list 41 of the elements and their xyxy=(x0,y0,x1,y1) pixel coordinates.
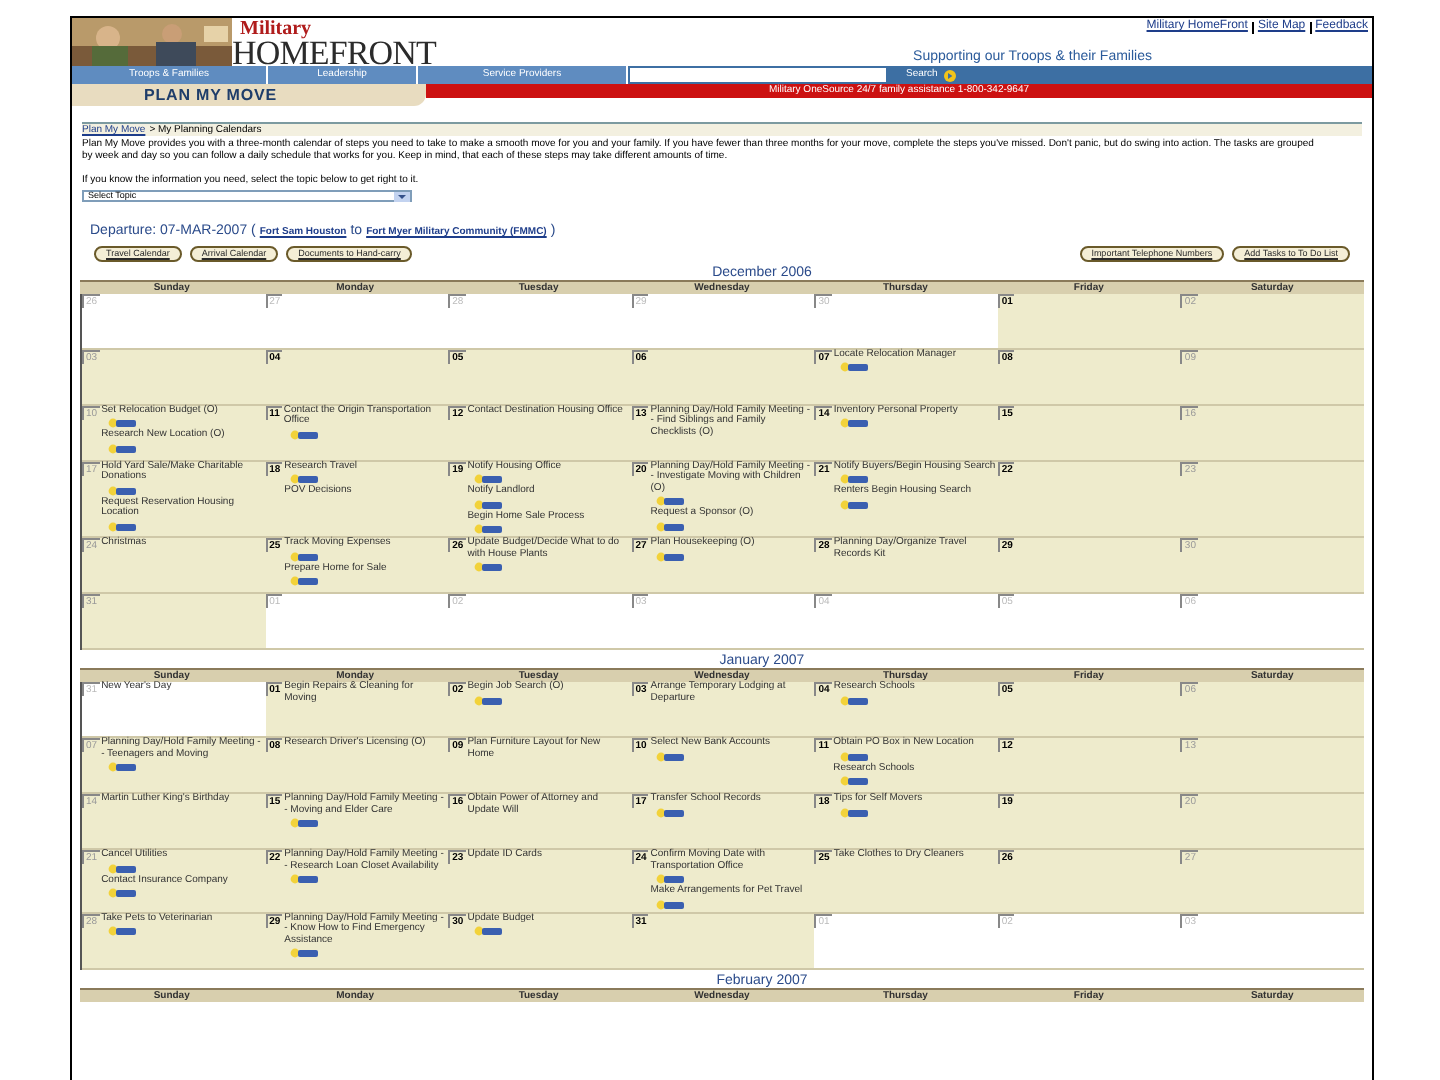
more-info-icon[interactable] xyxy=(656,807,685,817)
more-info-icon[interactable] xyxy=(839,751,868,761)
search-field[interactable] xyxy=(630,68,886,82)
more-info-icon[interactable] xyxy=(107,762,136,772)
more-info-icon[interactable] xyxy=(290,474,319,484)
more-info-icon[interactable] xyxy=(290,818,319,828)
more-info-icon[interactable] xyxy=(290,551,319,561)
more-info-icon[interactable] xyxy=(107,418,136,428)
dropdown-icon xyxy=(394,191,410,201)
more-info-icon[interactable] xyxy=(473,695,502,705)
more-info-icon[interactable] xyxy=(290,948,319,958)
more-info-icon[interactable] xyxy=(839,776,868,786)
more-info-icon[interactable] xyxy=(107,443,136,453)
more-info-icon[interactable] xyxy=(656,899,685,909)
more-info-icon[interactable] xyxy=(839,418,868,428)
more-info-icon[interactable] xyxy=(107,485,136,495)
more-info-icon[interactable] xyxy=(656,496,685,506)
more-info-icon[interactable] xyxy=(656,521,685,531)
more-info-icon[interactable] xyxy=(656,751,685,761)
more-info-icon[interactable] xyxy=(656,874,685,884)
more-info-icon[interactable] xyxy=(107,888,136,898)
more-info-icon[interactable] xyxy=(473,499,502,509)
more-info-icon[interactable] xyxy=(473,474,502,484)
more-info-icon[interactable] xyxy=(473,926,502,936)
more-info-icon[interactable] xyxy=(656,551,685,561)
more-info-icon[interactable] xyxy=(289,429,318,439)
more-info-icon[interactable] xyxy=(839,499,868,509)
more-info-icon[interactable] xyxy=(107,926,136,936)
more-info-icon[interactable] xyxy=(290,874,319,884)
more-info-icon[interactable] xyxy=(839,695,868,705)
logo-text: Military xyxy=(240,18,314,40)
more-info-icon[interactable] xyxy=(107,521,136,531)
section-title: PLAN MY MOVE xyxy=(72,84,426,106)
more-info-icon[interactable] xyxy=(473,562,502,572)
more-info-icon[interactable] xyxy=(839,362,868,372)
more-info-icon[interactable] xyxy=(839,474,868,484)
more-info-icon[interactable] xyxy=(107,863,136,873)
more-info-icon[interactable] xyxy=(473,524,502,534)
logo-text: HOMEFRONT xyxy=(232,40,436,66)
more-info-icon[interactable] xyxy=(290,576,319,586)
more-info-icon[interactable] xyxy=(839,807,868,817)
